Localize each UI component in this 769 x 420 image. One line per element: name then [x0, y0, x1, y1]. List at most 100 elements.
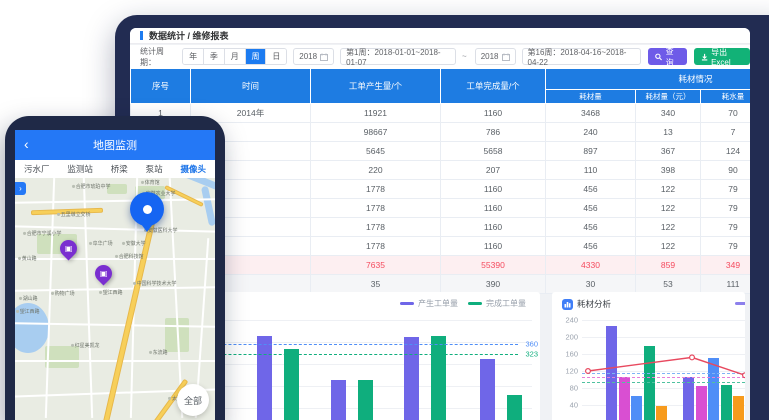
map-label: 购物广场 — [51, 290, 75, 297]
map-expand-button[interactable]: › — [15, 182, 26, 195]
filter-bar: 统计周期： 年季月周日 2018 第1周：2018-01-01~2018-01-… — [130, 45, 750, 68]
selected-camera-marker-icon[interactable] — [130, 192, 164, 226]
back-icon[interactable]: ‹ — [24, 137, 29, 151]
cell: 79 — [701, 218, 751, 237]
screenshot-stage: 数据统计 / 维修报表 统计周期： 年季月周日 2018 第1周：2018-01… — [0, 0, 769, 420]
table-row: 12014年119211160346834070250 — [131, 104, 751, 123]
bar-产生工单量 — [257, 336, 272, 420]
map-label: 合肥科技馆 — [115, 253, 144, 260]
poi-dot-icon — [149, 351, 152, 354]
phone-tab-监测站[interactable]: 监测站 — [67, 163, 93, 175]
map-label: 黄山路 — [18, 255, 37, 262]
cell: 220 — [311, 161, 441, 180]
phone-tab-桥梁[interactable]: 桥梁 — [111, 163, 128, 175]
query-label: 查询 — [666, 46, 680, 68]
cell: 13 — [636, 123, 701, 142]
range-connector: ~ — [462, 52, 467, 61]
cell: 122 — [636, 237, 701, 256]
cell: 4330 — [546, 256, 636, 275]
cell: 90 — [701, 161, 751, 180]
y-axis-tick: 80 — [570, 384, 578, 393]
phone-tabs: 污水厂 监测站 桥梁 泵站 摄像头 — [15, 160, 215, 179]
year-end-select[interactable]: 2018 — [475, 48, 516, 65]
trend-line-chart — [582, 292, 745, 420]
poi-dot-icon — [133, 282, 136, 285]
poi-dot-icon — [99, 291, 102, 294]
map-label: 合肥市琥珀中学 — [72, 183, 110, 190]
segment-日[interactable]: 日 — [266, 49, 286, 64]
cell: 5658 — [441, 142, 546, 161]
poi-dot-icon — [122, 242, 125, 245]
bar-产生工单量 — [404, 337, 419, 420]
map-all-button[interactable]: 全部 — [177, 384, 209, 416]
segment-季[interactable]: 季 — [204, 49, 225, 64]
sub-col-header: 耗水量 — [701, 90, 751, 104]
consumables-chart-plot: 2402001601208040 — [582, 292, 745, 420]
export-label: 导出Excel — [711, 47, 743, 67]
cell: 79 — [701, 237, 751, 256]
camera-marker-icon[interactable]: ▣ — [91, 261, 115, 285]
table-head: 序号时间工单产生量/个工单完成量/个耗材情况耗材量耗材量（元）耗水量水量 — [131, 69, 751, 104]
y-axis-tick: 120 — [565, 367, 578, 376]
year-start-select[interactable]: 2018 — [293, 48, 334, 65]
camera-glyph-icon: ▣ — [100, 269, 108, 278]
download-icon — [701, 53, 708, 61]
map-view[interactable]: 合肥市琥珀中学体育馆安徽农业大学五里墩立交桥合肥市宁溪小学阜华广场安徽大学安徽医… — [15, 178, 215, 420]
map-label: 望江西路 — [99, 289, 123, 296]
y-axis-tick: 160 — [565, 350, 578, 359]
cell: 3468 — [546, 104, 636, 123]
segment-年[interactable]: 年 — [183, 49, 204, 64]
cell: 897 — [546, 142, 636, 161]
reference-label: 323 — [525, 350, 538, 359]
bar-产生工单量 — [331, 380, 346, 420]
cell: 349 — [701, 256, 751, 275]
cell: 110 — [546, 161, 636, 180]
map-label: 中国科学技术大学 — [133, 280, 176, 287]
calendar-icon — [502, 53, 510, 61]
segment-周[interactable]: 周 — [246, 49, 267, 64]
cell: 1778 — [311, 199, 441, 218]
y-axis-tick: 240 — [565, 316, 578, 325]
phone-app-header: ‹ 地图监测 — [15, 130, 215, 160]
week-start-range[interactable]: 第1周：2018-01-01~2018-01-07 — [340, 48, 456, 65]
poi-dot-icon — [16, 310, 19, 313]
week-end-range[interactable]: 第16周：2018-04-16~2018-04-22 — [522, 48, 642, 65]
cell: 859 — [636, 256, 701, 275]
sub-col-header: 耗材量（元） — [636, 90, 701, 104]
cell: 456 — [546, 218, 636, 237]
cell: 1160 — [441, 218, 546, 237]
phone-mockup: ‹ 地图监测 污水厂 监测站 桥梁 泵站 摄像头 — [5, 116, 225, 420]
street — [15, 360, 215, 362]
y-axis-tick: 40 — [570, 401, 578, 410]
cell: 1160 — [441, 180, 546, 199]
cell: 7 — [701, 123, 751, 142]
map-label: 红星美凯龙 — [71, 342, 100, 349]
phone-tab-泵站[interactable]: 泵站 — [146, 163, 163, 175]
map-label: 东流路 — [149, 349, 168, 356]
export-excel-button[interactable]: 导出Excel — [694, 48, 750, 65]
period-label: 统计周期： — [140, 46, 176, 68]
bar-完成工单量 — [507, 395, 522, 420]
cell: 55390 — [441, 256, 546, 275]
map-label: 五里墩立交桥 — [57, 211, 90, 218]
col-header: 时间 — [191, 69, 311, 104]
cell: 122 — [636, 218, 701, 237]
cell: 1160 — [441, 237, 546, 256]
segment-月[interactable]: 月 — [225, 49, 246, 64]
group-header: 耗材情况 — [546, 69, 751, 90]
park-area — [45, 346, 79, 368]
cell: 122 — [636, 180, 701, 199]
phone-screen: ‹ 地图监测 污水厂 监测站 桥梁 泵站 摄像头 — [15, 130, 215, 420]
poi-dot-icon — [71, 344, 74, 347]
map-label: 阜华广场 — [89, 240, 113, 247]
cell: 7635 — [311, 256, 441, 275]
map-label: 安徽大学 — [122, 240, 146, 247]
poi-dot-icon — [19, 297, 22, 300]
phone-tab-污水厂[interactable]: 污水厂 — [24, 163, 50, 175]
poi-dot-icon — [57, 213, 60, 216]
query-button[interactable]: 查询 — [648, 48, 686, 65]
phone-tab-摄像头[interactable]: 摄像头 — [181, 163, 207, 175]
map-label: 望江西路 — [16, 308, 40, 315]
breadcrumb-bar: 数据统计 / 维修报表 — [130, 28, 750, 44]
cell: 456 — [546, 199, 636, 218]
